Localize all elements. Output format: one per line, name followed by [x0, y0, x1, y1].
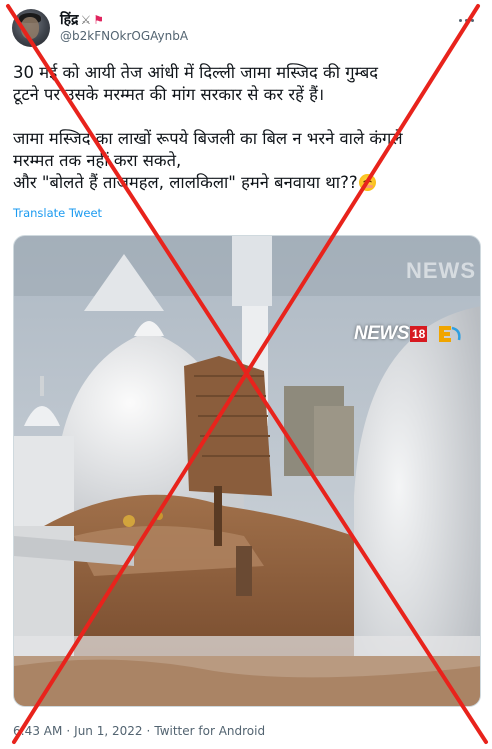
- tweet-media-image[interactable]: NEWS NEWS 18: [13, 235, 481, 707]
- meta-separator: ·: [66, 724, 71, 738]
- author-name-row[interactable]: हिंद्र ⚔ ⚑: [60, 10, 104, 29]
- tweet-line-with-emoji: और "बोलते हैं ताजमहल, लालकिला" हमने बनवा…: [13, 172, 483, 194]
- news-logo-number: 18: [410, 326, 428, 342]
- avatar[interactable]: [12, 9, 50, 47]
- tweet-source[interactable]: Twitter for Android: [154, 724, 265, 738]
- etv-logo-icon: [435, 322, 463, 346]
- news-watermark: NEWS: [406, 258, 476, 283]
- tweet-text: 30 मई को आयी तेज आंधी में दिल्ली जामा मस…: [13, 62, 483, 194]
- tweet-meta: 6:43 AM · Jun 1, 2022 · Twitter for Android: [13, 724, 265, 738]
- tweet-line: टूटने पर उसके मरम्मत की मांग सरकार से कर…: [13, 85, 325, 104]
- news-logo-text: NEWS: [354, 323, 410, 344]
- author-handle[interactable]: @b2kFNOkrOGAynbA: [60, 29, 188, 43]
- news18-logo: NEWS 18: [354, 322, 463, 346]
- tweet-line: 30 मई को आयी तेज आंधी में दिल्ली जामा मस…: [13, 63, 379, 82]
- smiling-face-icon: [358, 174, 376, 191]
- tweet-line: और "बोलते हैं ताजमहल, लालकिला" हमने बनवा…: [13, 173, 358, 192]
- tweet-line: मरम्मत तक नहीं करा सकते,: [13, 151, 182, 170]
- meta-separator: ·: [146, 724, 151, 738]
- damaged-mosque-dome-photo: [14, 236, 480, 706]
- red-flag-icon: ⚑: [93, 12, 105, 27]
- tweet-time[interactable]: 6:43 AM: [13, 724, 62, 738]
- author-display-name[interactable]: हिंद्र: [60, 10, 79, 29]
- tweet-card: हिंद्र ⚔ ⚑ @b2kFNOkrOGAynbA 30 मई को आयी…: [0, 0, 492, 749]
- tweet-date[interactable]: Jun 1, 2022: [74, 724, 142, 738]
- tweet-line: जामा मस्जिद का लाखों रूपये बिजली का बिल …: [13, 129, 403, 148]
- more-options-icon[interactable]: [452, 10, 480, 30]
- crossed-swords-icon: ⚔: [80, 12, 92, 27]
- avatar-face: [21, 17, 39, 39]
- translate-tweet-link[interactable]: Translate Tweet: [13, 206, 102, 220]
